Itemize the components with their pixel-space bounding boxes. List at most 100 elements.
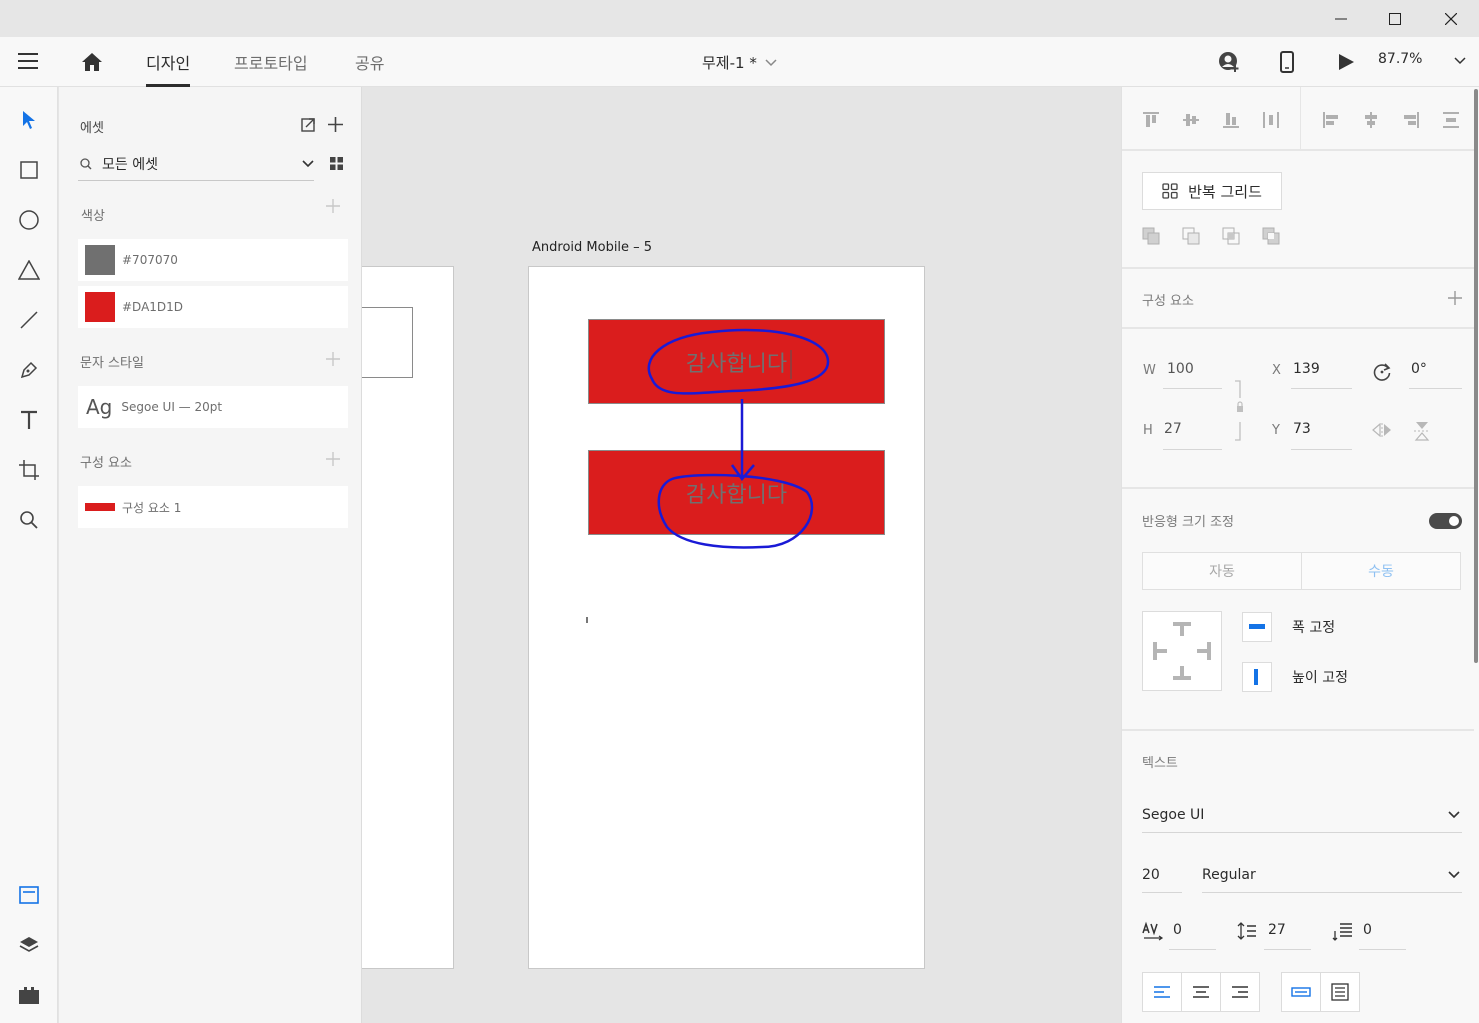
tab-share-label: 공유: [355, 54, 385, 73]
add-character-style-button[interactable]: [326, 352, 340, 366]
pen-tool[interactable]: [9, 350, 49, 390]
boolean-exclude-icon[interactable]: [1262, 227, 1280, 245]
rotate-button[interactable]: [1372, 362, 1392, 382]
properties-scrollbar[interactable]: [1474, 89, 1478, 663]
font-family-select[interactable]: Segoe UI: [1142, 797, 1462, 833]
x-label: X: [1272, 363, 1281, 378]
width-label: W: [1143, 363, 1156, 378]
boolean-subtract-icon[interactable]: [1182, 227, 1200, 245]
minimize-icon: [1335, 18, 1347, 19]
tab-share[interactable]: 공유: [355, 37, 384, 87]
responsive-resize-toggle[interactable]: [1429, 513, 1462, 529]
boolean-add-icon[interactable]: [1142, 227, 1160, 245]
ellipse-tool[interactable]: [9, 200, 49, 240]
flip-vertical-button[interactable]: [1414, 421, 1430, 441]
open-library-button[interactable]: [301, 118, 315, 132]
fix-width-label: 폭 고정: [1292, 620, 1336, 636]
add-component-state-button[interactable]: [1448, 291, 1462, 305]
components-title: 구성 요소: [80, 456, 132, 471]
close-button[interactable]: [1428, 0, 1474, 37]
font-weight-select[interactable]: Regular: [1202, 857, 1462, 893]
minimize-button[interactable]: [1318, 0, 1364, 37]
paragraph-spacing-input[interactable]: 0: [1363, 922, 1372, 938]
add-color-button[interactable]: [326, 199, 340, 213]
height-input[interactable]: 27: [1164, 421, 1219, 437]
zoom-tool[interactable]: [9, 500, 49, 540]
fix-height-checkbox[interactable]: [1242, 662, 1272, 692]
chevron-down-icon: [302, 159, 314, 167]
text-align-center-icon: [1193, 986, 1209, 998]
distribute-horizontal-icon[interactable]: [1262, 111, 1280, 129]
lock-aspect-button[interactable]: [1233, 380, 1247, 442]
home-button[interactable]: [80, 51, 104, 73]
select-tool[interactable]: [9, 100, 49, 140]
asset-filter-select[interactable]: 모든 에셋: [78, 147, 314, 181]
fixed-size-text-button[interactable]: [1320, 972, 1360, 1012]
plus-icon: [326, 199, 340, 213]
pin-constraints-widget[interactable]: [1142, 611, 1222, 691]
device-preview-button[interactable]: [1280, 51, 1294, 73]
tab-prototype[interactable]: 프로토타입: [234, 37, 308, 87]
line-tool[interactable]: [9, 300, 49, 340]
x-input[interactable]: 139: [1293, 361, 1348, 377]
seg-auto-button[interactable]: 자동: [1142, 552, 1302, 590]
repeat-grid-button[interactable]: 반복 그리드: [1142, 172, 1282, 210]
layers-panel-button[interactable]: [9, 925, 49, 965]
rotation-input[interactable]: 0°: [1411, 361, 1461, 377]
align-center-icon[interactable]: [1362, 111, 1380, 129]
distribute-vertical-icon[interactable]: [1442, 111, 1460, 129]
align-left-icon[interactable]: [1322, 111, 1340, 129]
divider: [1122, 149, 1474, 151]
zoom-value[interactable]: 87.7%: [1378, 51, 1422, 67]
zoom-dropdown[interactable]: [1454, 57, 1466, 65]
component-asset[interactable]: 구성 요소 1: [78, 486, 348, 528]
auto-width-text-button[interactable]: [1281, 972, 1321, 1012]
text-align-center-button[interactable]: [1181, 972, 1221, 1012]
document-title-dropdown[interactable]: 무제-1 *: [702, 52, 777, 73]
plus-icon: [326, 352, 340, 366]
align-middle-icon[interactable]: [1182, 111, 1200, 129]
character-style-asset[interactable]: Ag Segoe UI — 20pt: [78, 386, 348, 428]
tab-design[interactable]: 디자인: [146, 37, 191, 87]
plus-icon: [326, 452, 340, 466]
invite-user-button[interactable]: [1218, 51, 1240, 73]
flip-horizontal-button[interactable]: [1372, 423, 1392, 437]
align-right-icon[interactable]: [1402, 111, 1420, 129]
text-align-right-icon: [1232, 986, 1248, 998]
color-asset-red[interactable]: #DA1D1D: [78, 286, 348, 328]
hamburger-menu-button[interactable]: [17, 52, 39, 70]
auto-width-icon: [1291, 987, 1311, 997]
constraints-icon: [1153, 622, 1211, 680]
font-size-input[interactable]: 20: [1142, 857, 1182, 893]
boolean-intersect-icon[interactable]: [1222, 227, 1240, 245]
fix-width-icon: [1249, 624, 1265, 629]
color-asset-gray[interactable]: #707070: [78, 239, 348, 281]
y-input[interactable]: 73: [1293, 421, 1348, 437]
assets-panel-button[interactable]: [9, 875, 49, 915]
close-icon: [1445, 12, 1457, 25]
text-tool[interactable]: [9, 400, 49, 440]
align-bottom-icon[interactable]: [1222, 111, 1240, 129]
maximize-button[interactable]: [1372, 0, 1418, 37]
line-spacing-icon-wrap: [1237, 922, 1257, 940]
seg-manual-button[interactable]: 수동: [1301, 552, 1461, 590]
play-preview-button[interactable]: [1337, 53, 1355, 71]
grid-view-button[interactable]: [330, 157, 343, 170]
char-spacing-input[interactable]: 0: [1173, 922, 1182, 938]
annotation-overlay: [647, 328, 830, 549]
rectangle-tool[interactable]: [9, 150, 49, 190]
canvas[interactable]: Android Mobile – 5 감사합니다 감사합니다: [362, 87, 1121, 1023]
add-component-button[interactable]: [326, 452, 340, 466]
text-align-right-button[interactable]: [1220, 972, 1260, 1012]
fix-width-checkbox[interactable]: [1242, 612, 1272, 642]
add-asset-button[interactable]: [328, 117, 343, 132]
polygon-tool[interactable]: [9, 250, 49, 290]
text-box-type-group: [1281, 972, 1360, 1012]
align-top-icon[interactable]: [1142, 111, 1160, 129]
character-style-sample: Ag: [86, 395, 113, 419]
width-input[interactable]: 100: [1167, 361, 1222, 377]
plugins-panel-button[interactable]: [9, 975, 49, 1015]
text-align-left-button[interactable]: [1142, 972, 1182, 1012]
artboard-tool[interactable]: [9, 450, 49, 490]
line-spacing-input[interactable]: 27: [1268, 922, 1286, 938]
